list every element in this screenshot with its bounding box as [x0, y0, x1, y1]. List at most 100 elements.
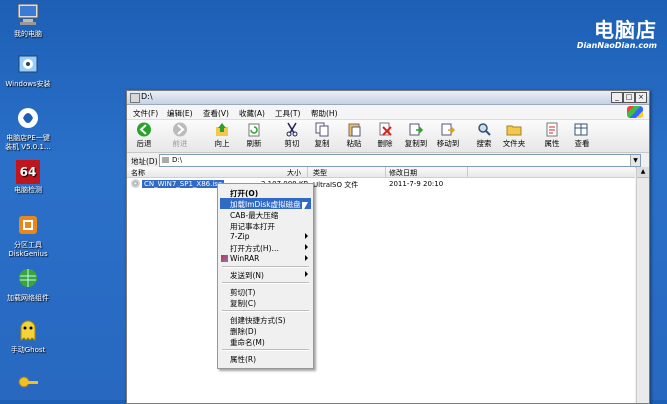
globe-icon [15, 266, 41, 292]
desktop-icon-label: Windows安装 [5, 80, 51, 88]
scroll-up-button[interactable]: ▲ [637, 167, 649, 178]
submenu-arrow-icon [305, 255, 308, 261]
desktop-icon-diskgenius[interactable]: 分区工具 DiskGenius [0, 213, 56, 259]
maximize-button[interactable]: □ [623, 92, 635, 103]
key-icon [15, 372, 41, 398]
menu-item-7zip[interactable]: 7-Zip [220, 231, 311, 242]
minimize-button[interactable]: _ [611, 92, 623, 103]
menu-item-open-notepad[interactable]: 用记事本打开 [220, 220, 311, 231]
cut-button[interactable]: 剪切 [277, 122, 307, 149]
address-value: D:\ [172, 156, 183, 164]
file-type: UltraISO 文件 [313, 181, 359, 189]
delete-icon [377, 122, 393, 137]
close-button[interactable]: × [635, 92, 647, 103]
desktop-icon-label: 手动Ghost [10, 346, 46, 354]
search-button[interactable]: 搜索 [469, 122, 499, 149]
toolbar: 后退 前进 向上 刷新 剪切 复制 粘贴 删除 复制到 移动到 搜索 文件夹 属… [127, 120, 649, 153]
menu-separator [222, 282, 309, 284]
windows-logo-icon [627, 106, 643, 118]
view-icon [574, 122, 590, 137]
address-bar: 地址(D) D:\ ▼ [127, 153, 649, 168]
menu-item-delete[interactable]: 删除(D) [220, 325, 311, 336]
up-button[interactable]: 向上 [207, 122, 237, 149]
column-modified[interactable]: 修改日期 [389, 168, 417, 178]
delete-button[interactable]: 删除 [370, 122, 400, 149]
forward-button[interactable]: 前进 [165, 122, 195, 149]
address-dropdown-button[interactable]: ▼ [630, 155, 640, 166]
menu-file[interactable]: 文件(F) [133, 108, 158, 119]
desktop-icon-pc-check[interactable]: 64 电脑检测 [0, 160, 56, 195]
menu-separator [222, 349, 309, 351]
drive-icon [162, 157, 169, 163]
pe-installer-icon [15, 106, 41, 132]
watermark-logo: 电脑店 DianNaoDian.com [577, 14, 657, 50]
drive-icon [130, 93, 140, 103]
submenu-arrow-icon [305, 244, 308, 250]
folders-button[interactable]: 文件夹 [499, 122, 529, 149]
menu-item-cab-compress[interactable]: CAB-最大压缩 [220, 209, 311, 220]
move-to-button[interactable]: 移动到 [433, 122, 463, 149]
menu-edit[interactable]: 编辑(E) [167, 108, 193, 119]
installer-icon [15, 52, 41, 78]
refresh-button[interactable]: 刷新 [239, 122, 269, 149]
menu-item-open-with[interactable]: 打开方式(H)… [220, 242, 311, 253]
computer-icon [15, 2, 41, 28]
folders-icon [506, 122, 522, 137]
copy-to-button[interactable]: 复制到 [401, 122, 431, 149]
paste-button[interactable]: 粘贴 [339, 122, 369, 149]
menu-bar: 文件(F) 编辑(E) 查看(V) 收藏(A) 工具(T) 帮助(H) [127, 105, 649, 120]
menu-separator [222, 310, 309, 312]
properties-button[interactable]: 属性 [537, 122, 567, 149]
menu-item-cut[interactable]: 剪切(T) [220, 286, 311, 297]
desktop-icon-ghost[interactable]: 手动Ghost [0, 318, 56, 355]
desktop-icon-my-computer[interactable]: 我的电脑 [0, 2, 56, 39]
desktop-icon-label: DiskGenius [8, 250, 48, 258]
menu-item-send-to[interactable]: 发送到(N) [220, 269, 311, 280]
desktop-icon-windows-install[interactable]: Windows安装 [0, 52, 56, 89]
submenu-arrow-icon [305, 233, 308, 239]
menu-tools[interactable]: 工具(T) [275, 108, 300, 119]
desktop-icon-label: 装机 V5.0.1… [5, 143, 51, 151]
menu-item-copy[interactable]: 复制(C) [220, 297, 311, 308]
menu-item-create-shortcut[interactable]: 创建快捷方式(S) [220, 314, 311, 325]
menu-item-rename[interactable]: 重命名(M) [220, 336, 311, 347]
file-name[interactable]: CN_WIN7_SP1_X86.iso [142, 180, 225, 188]
desktop-icon-network[interactable]: 加载网络组件 [0, 266, 56, 303]
menu-item-properties[interactable]: 属性(R) [220, 353, 311, 364]
menu-favorites[interactable]: 收藏(A) [239, 108, 265, 119]
menu-view[interactable]: 查看(V) [203, 108, 229, 119]
column-type[interactable]: 类型 [313, 168, 327, 178]
move-to-icon [440, 122, 456, 137]
context-menu: 打开(O) 加载ImDisk虚拟磁盘 CAB-最大压缩 用记事本打开 7-Zip… [217, 183, 314, 369]
file-row[interactable]: CN_WIN7_SP1_X86.iso 2,107,008 KB UltraIS… [127, 179, 635, 189]
view-button[interactable]: 查看 [567, 122, 597, 149]
desktop-icon-label: 加载网络组件 [7, 294, 49, 302]
title-bar[interactable]: D:\ _ □ × [127, 91, 649, 105]
search-icon [476, 122, 492, 137]
menu-item-mount-imdisk[interactable]: 加载ImDisk虚拟磁盘 [220, 198, 311, 209]
mouse-pointer-icon [302, 202, 308, 213]
cut-icon [284, 122, 300, 137]
ghost-icon [15, 318, 41, 344]
file-list[interactable]: 名称 大小 类型 修改日期 CN_WIN7_SP1_X86.iso 2,107,… [127, 167, 635, 403]
menu-item-winrar[interactable]: WinRAR [220, 253, 311, 264]
watermark-title: 电脑店 [594, 18, 657, 42]
desktop-icon-label: 电脑店PE一键 [6, 134, 50, 142]
column-header: 名称 大小 类型 修改日期 [127, 167, 635, 178]
back-button[interactable]: 后退 [129, 122, 159, 149]
desktop-icon-label: 电脑检测 [14, 186, 42, 194]
watermark-subtitle: DianNaoDian.com [576, 41, 657, 50]
desktop-icon-pe-installer[interactable]: 电脑店PE一键 装机 V5.0.1… [0, 106, 56, 152]
desktop-icon-label: 我的电脑 [14, 30, 42, 38]
copy-button[interactable]: 复制 [307, 122, 337, 149]
address-input[interactable]: D:\ ▼ [159, 154, 641, 167]
desktop-icon-key[interactable] [0, 372, 56, 400]
menu-separator [222, 266, 309, 268]
column-name[interactable]: 名称 [131, 168, 145, 178]
back-icon [136, 122, 152, 137]
menu-item-open[interactable]: 打开(O) [220, 187, 311, 198]
menu-help[interactable]: 帮助(H) [311, 108, 338, 119]
column-size[interactable]: 大小 [287, 168, 301, 178]
desktop-icon-label: 分区工具 [14, 241, 42, 249]
vertical-scrollbar[interactable]: ▲ [636, 167, 649, 403]
